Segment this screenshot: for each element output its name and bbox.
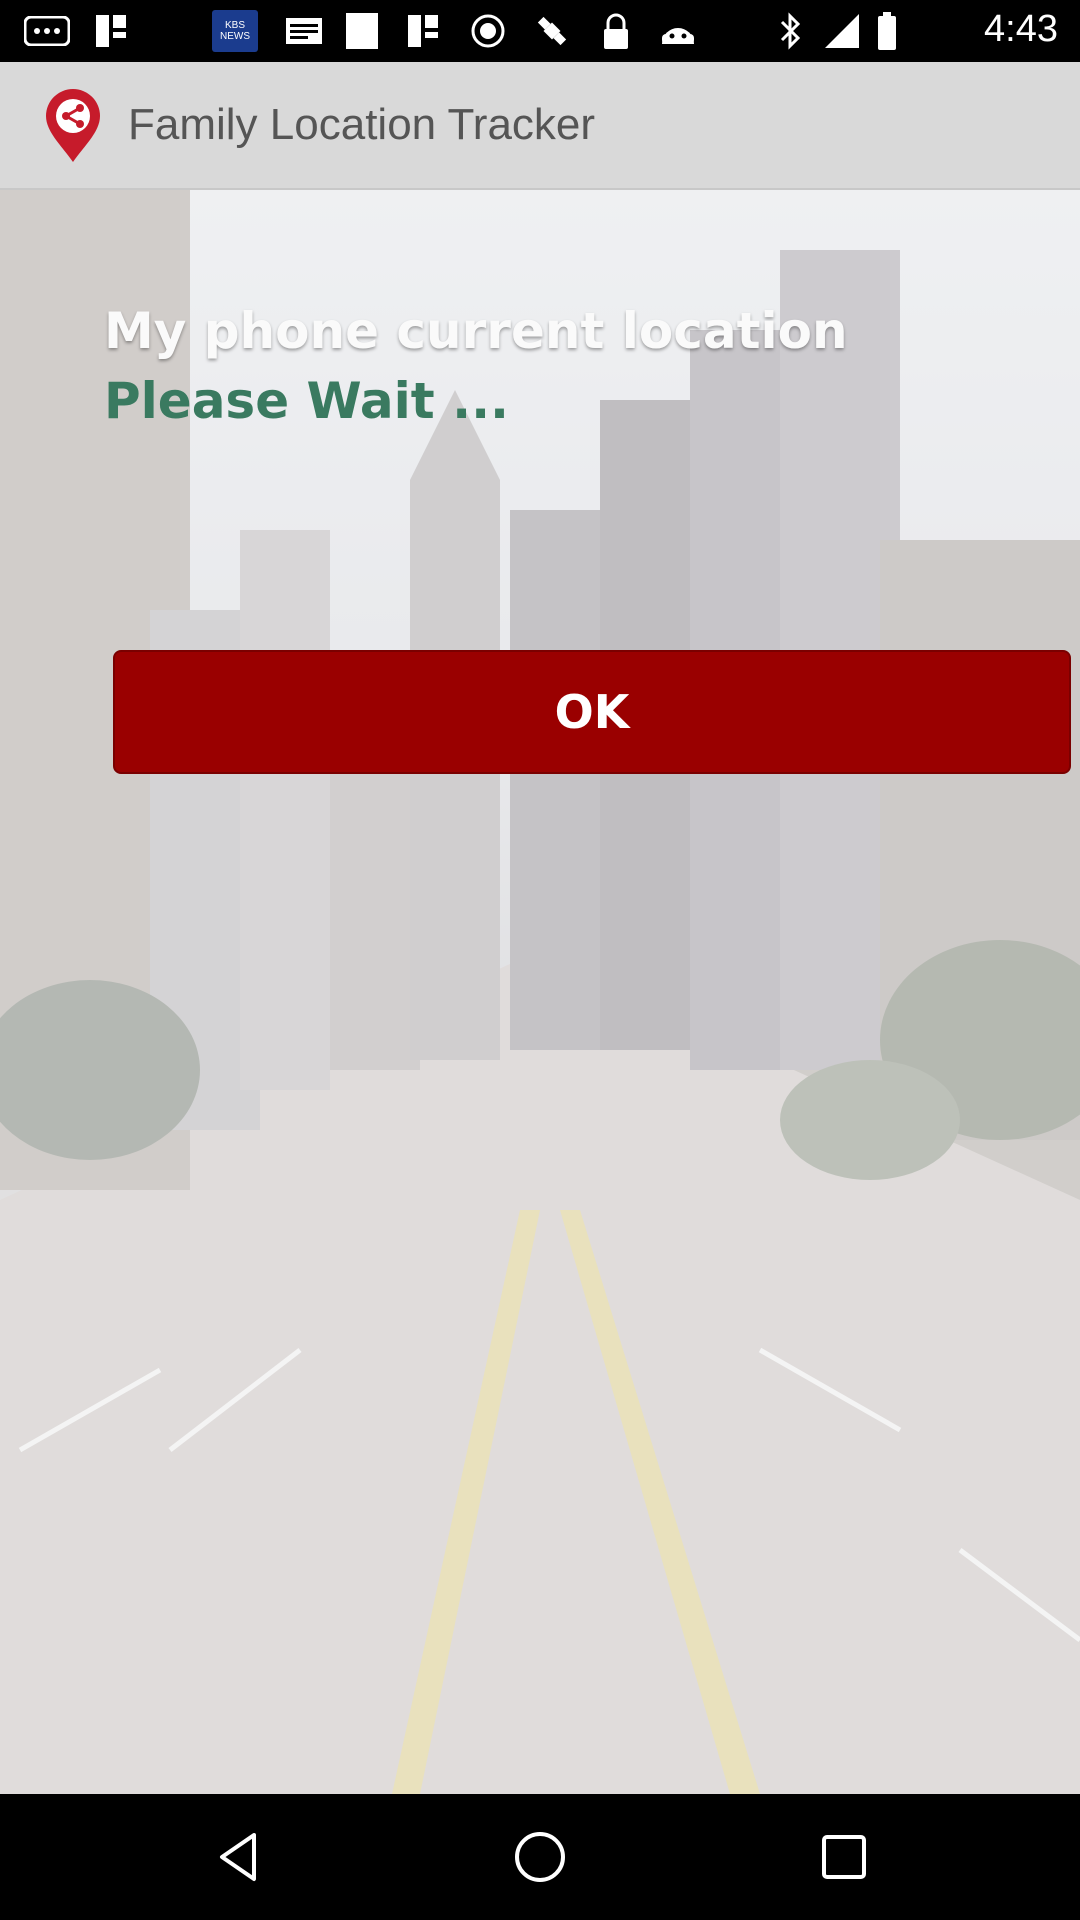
- mail-icon: [282, 10, 326, 52]
- status-message: Please Wait ...: [104, 372, 510, 430]
- kbs-news-icon: KBS NEWS: [212, 10, 258, 52]
- fake-gps-icon: [530, 10, 574, 52]
- wifi-share-icon: [90, 10, 134, 52]
- app-bar: Family Location Tracker: [0, 62, 1080, 190]
- home-icon[interactable]: [510, 1827, 570, 1887]
- gps-icon: [466, 10, 510, 52]
- recents-icon[interactable]: [814, 1827, 874, 1887]
- main-content: My phone current location Please Wait ..…: [0, 190, 1080, 1794]
- status-time: 4:43: [984, 8, 1058, 50]
- navigation-bar: [0, 1794, 1080, 1920]
- location-headline: My phone current location: [104, 302, 848, 360]
- more-icon: [22, 10, 72, 52]
- kbs-news-label: KBS NEWS: [220, 20, 250, 42]
- battery-icon: [872, 10, 902, 52]
- bluetooth-icon: [772, 10, 810, 52]
- android-icon: [656, 10, 700, 52]
- signal-icon: [822, 10, 862, 52]
- location-share-icon: [42, 86, 104, 164]
- background-veil: [0, 190, 1080, 1794]
- lock-icon: [594, 10, 638, 52]
- app-title: Family Location Tracker: [128, 100, 596, 149]
- ok-button[interactable]: OK: [113, 650, 1071, 774]
- image-icon: [340, 10, 384, 52]
- status-bar: KBS NEWS 4:43: [0, 0, 1080, 62]
- back-icon[interactable]: [208, 1827, 268, 1887]
- wifi-share-icon: [402, 10, 446, 52]
